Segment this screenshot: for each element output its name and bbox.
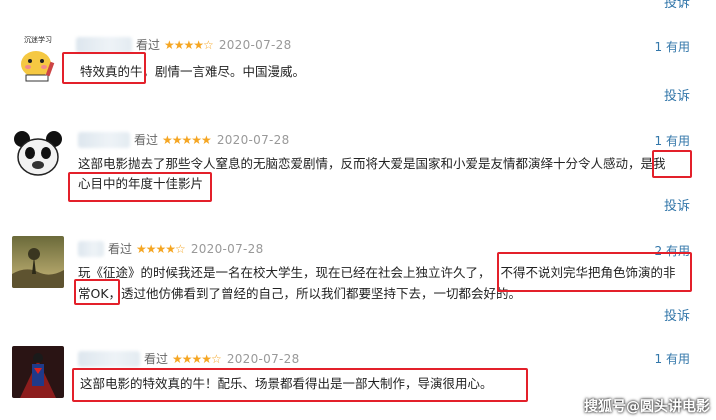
highlight-box [68,172,212,202]
avatar-superhero-icon [12,346,64,398]
review-meta: 看过 ★★★★☆ 2020-07-28 [78,350,300,367]
review-meta: 看过 ★★★★★ 2020-07-28 [78,131,290,148]
avatar[interactable] [12,236,64,288]
review-text: 这部电影抛去了那些令人窒息的无脑恋爱剧情，反而将大爱是国家和小爱是友情都演绎十分… [78,154,666,174]
report-link[interactable]: 投诉 [664,305,690,324]
review-date: 2020-07-28 [190,241,264,256]
avatar[interactable] [12,346,64,398]
useful-button[interactable]: 1 有用 [655,350,690,367]
watched-label: 看过 [108,242,133,256]
review-text-line2: 常OK，透过他仿佛看到了曾经的自己，所以我们都要坚持下去，一切都会好的。 [78,284,521,304]
highlight-box [72,368,528,402]
username[interactable] [76,36,132,53]
avatar[interactable] [12,127,64,179]
avatar[interactable]: 沉迷学习 [12,32,64,84]
review-text-rest: 这部电影抛去了那些令人窒息的无脑恋爱剧情，反而将大爱是国家和小爱是友情都演绎十分… [78,156,641,171]
review-meta: 看过 ★★★★☆ 2020-07-28 [78,240,264,257]
rating-stars: ★★★★☆ [136,241,186,256]
review-date: 2020-07-28 [226,351,300,366]
avatar-landscape-icon [12,236,64,288]
useful-button[interactable]: 1 有用 [655,38,690,55]
watermark: 搜狐号@圆头讲电影 [584,399,710,415]
rating-stars: ★★★★☆ [164,37,214,52]
watched-label: 看过 [134,133,159,147]
avatar-cartoon-icon: 沉迷学习 [12,32,64,84]
username[interactable] [78,240,104,257]
highlight-box [62,52,146,84]
watched-label: 看过 [144,352,169,366]
username[interactable] [78,131,130,148]
review-text-rest: ，剧情一言难尽。中国漫威。 [142,64,306,79]
review-text-rest: 玩《征途》的时候我还是一名在校大学生，现在已经在社会上独立许久了， [78,265,491,280]
report-link[interactable]: 投诉 [664,85,690,104]
highlight-box [74,279,120,305]
useful-button[interactable]: 1 有用 [655,132,690,149]
rating-stars: ★★★★★ [162,132,212,147]
username[interactable] [78,350,140,367]
highlight-box [652,150,692,178]
avatar-panda-icon [12,127,64,179]
report-link[interactable]: 投诉 [664,0,690,11]
avatar-caption: 沉迷学习 [24,35,52,44]
watched-label: 看过 [136,38,161,52]
report-link[interactable]: 投诉 [664,195,690,214]
rating-stars: ★★★★☆ [172,351,222,366]
review-date: 2020-07-28 [216,132,290,147]
review-date: 2020-07-28 [218,37,292,52]
review-meta: 看过 ★★★★☆ 2020-07-28 [76,36,292,53]
highlight-box [497,252,692,292]
review-text-rest: ，透过他仿佛看到了曾经的自己，所以我们都要坚持下去，一切都会好的。 [108,286,522,301]
